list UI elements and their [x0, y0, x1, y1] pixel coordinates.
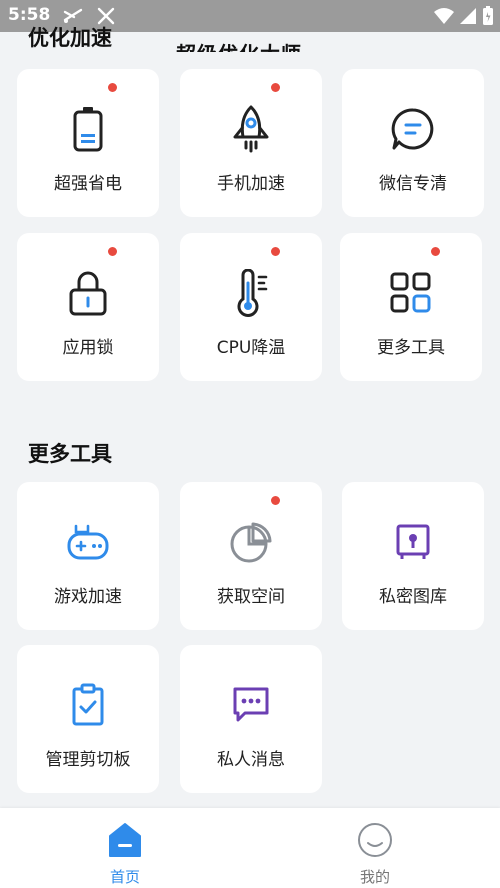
bottom-navigation: 首页 我的 [0, 808, 500, 888]
card-clipboard[interactable]: 管理剪切板 [17, 645, 159, 793]
battery-icon [64, 105, 112, 153]
home-icon [75, 820, 175, 860]
card-wechat-clean[interactable]: 微信专清 [342, 69, 484, 217]
card-get-space[interactable]: 获取空间 [180, 482, 322, 630]
card-label: 手机加速 [217, 174, 285, 194]
card-label: 获取空间 [217, 587, 285, 607]
smiley-icon [325, 820, 425, 860]
card-label: 超强省电 [54, 174, 122, 194]
private-gallery-icon [389, 518, 437, 566]
thermometer-icon [227, 269, 275, 317]
pie-chart-icon [227, 518, 275, 566]
card-private-gallery[interactable]: 私密图库 [342, 482, 484, 630]
card-label: 更多工具 [377, 338, 445, 358]
grid-icon [387, 269, 435, 317]
card-phone-boost[interactable]: 手机加速 [180, 69, 322, 217]
notification-dot [108, 247, 117, 256]
card-label: CPU降温 [216, 338, 286, 358]
nav-home[interactable]: 首页 [75, 820, 175, 886]
card-label: 微信专清 [379, 174, 447, 194]
chat-bubble-icon [389, 105, 437, 153]
nav-mine-label: 我的 [359, 868, 390, 886]
section-title-optimize: 优化加速 [28, 26, 112, 50]
nav-mine[interactable]: 我的 [325, 820, 425, 886]
card-label: 私人消息 [217, 750, 285, 770]
notification-dot [271, 247, 280, 256]
nav-home-label: 首页 [109, 868, 140, 886]
app-title: 超级优化大师 [176, 38, 302, 52]
lock-icon [64, 269, 112, 317]
card-label: 管理剪切板 [45, 750, 131, 770]
signal-icon [459, 7, 477, 29]
card-label: 应用锁 [62, 338, 114, 358]
card-more-tools[interactable]: 更多工具 [340, 233, 482, 381]
notification-dot [271, 83, 280, 92]
notification-dot [108, 83, 117, 92]
card-label: 私密图库 [379, 587, 447, 607]
wifi-icon [434, 7, 454, 29]
card-power-saving[interactable]: 超强省电 [17, 69, 159, 217]
notification-dot [271, 496, 280, 505]
card-label: 游戏加速 [54, 587, 122, 607]
card-private-message[interactable]: 私人消息 [180, 645, 322, 793]
card-cpu-cooling[interactable]: CPU降温 [180, 233, 322, 381]
clipboard-icon [64, 681, 112, 729]
battery-status-icon [482, 6, 494, 30]
card-game-boost[interactable]: 游戏加速 [17, 482, 159, 630]
rocket-icon [227, 105, 275, 153]
message-icon [227, 681, 275, 729]
notification-dot [431, 247, 440, 256]
section-title-more-tools: 更多工具 [28, 442, 112, 466]
card-app-lock[interactable]: 应用锁 [17, 233, 159, 381]
gamepad-icon [64, 518, 112, 566]
